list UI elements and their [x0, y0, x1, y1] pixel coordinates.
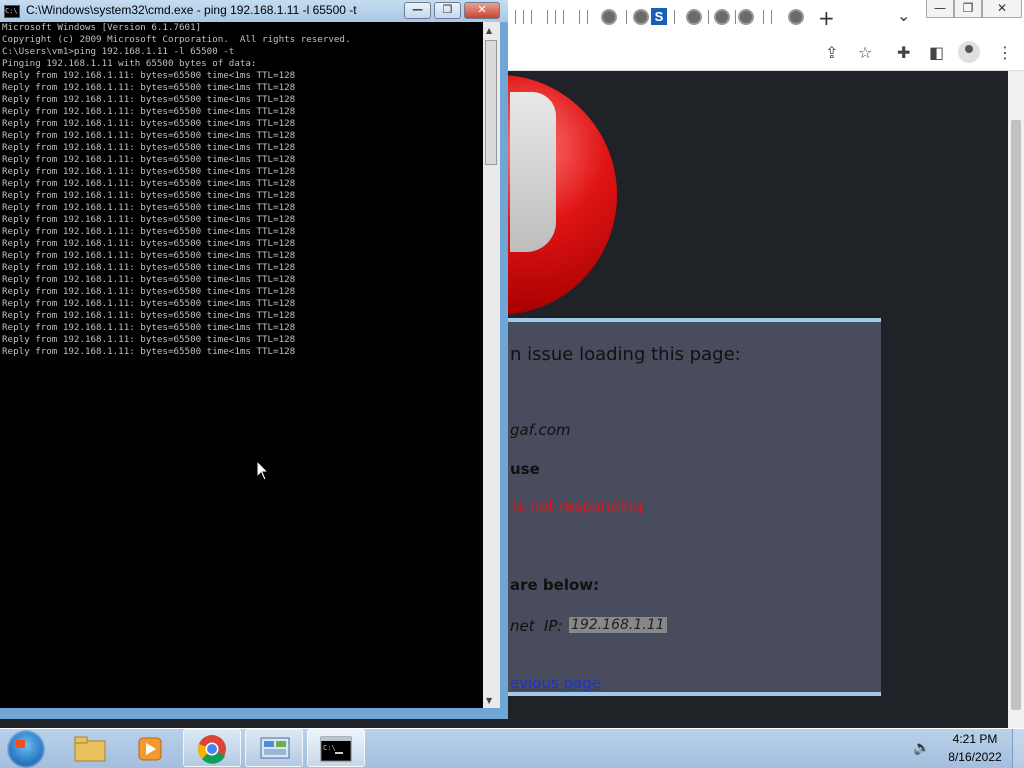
profile-icon[interactable]: [958, 41, 980, 63]
error-details-label: are below:: [510, 576, 600, 594]
error-cause-label: use: [510, 460, 540, 478]
previous-page-link[interactable]: evious page: [510, 674, 601, 692]
tab-favicon-icon[interactable]: [714, 9, 730, 25]
console-line: Reply from 192.168.1.11: bytes=65500 tim…: [2, 298, 296, 309]
volume-icon[interactable]: 🔈: [913, 740, 930, 756]
console-line: Reply from 192.168.1.11: bytes=65500 tim…: [2, 346, 296, 357]
console-line: Reply from 192.168.1.11: bytes=65500 tim…: [2, 214, 296, 225]
error-net-label: net: [510, 617, 535, 635]
console-line: Reply from 192.168.1.11: bytes=65500 tim…: [2, 94, 296, 105]
tab-favicon-icon[interactable]: [686, 9, 702, 25]
console-output[interactable]: Microsoft Windows [Version 6.1.7601] Copy…: [0, 22, 483, 708]
tab-favicon-icon[interactable]: [601, 9, 617, 25]
cmd-icon: C:\: [320, 736, 352, 762]
share-icon[interactable]: ⇪: [825, 43, 838, 62]
tab-separator: [523, 10, 524, 24]
tab-separator: [531, 10, 532, 24]
console-line: Reply from 192.168.1.11: bytes=65500 tim…: [2, 154, 296, 165]
scroll-up-icon[interactable]: ▲: [486, 26, 492, 35]
tab-s-favicon-icon[interactable]: S: [651, 8, 667, 25]
mouse-cursor-icon: [256, 460, 270, 481]
tab-favicon-icon[interactable]: [738, 9, 754, 25]
console-line: Reply from 192.168.1.11: bytes=65500 tim…: [2, 322, 296, 333]
cmd-window-icon[interactable]: C:\: [4, 5, 20, 18]
error-message: is not responding: [513, 497, 643, 515]
browser-minimize-button[interactable]: —: [926, 0, 954, 18]
media-player-icon: [138, 737, 162, 761]
new-tab-button[interactable]: +: [818, 6, 835, 30]
console-line: Reply from 192.168.1.11: bytes=65500 tim…: [2, 70, 296, 81]
browser-close-button[interactable]: ✕: [982, 0, 1022, 18]
console-line: Copyright (c) 2009 Microsoft Corporation…: [2, 34, 351, 45]
cmd-minimize-button[interactable]: —: [404, 2, 431, 19]
tab-separator: [771, 10, 772, 24]
console-line: Reply from 192.168.1.11: bytes=65500 tim…: [2, 142, 296, 153]
menu-icon[interactable]: ⋮: [997, 43, 1013, 62]
console-line: Pinging 192.168.1.11 with 65500 bytes of…: [2, 58, 257, 69]
console-line: Microsoft Windows [Version 6.1.7601]: [2, 22, 202, 33]
error-ip-value: 192.168.1.11: [569, 617, 667, 633]
extensions-icon[interactable]: ✚: [897, 43, 910, 62]
console-line: Reply from 192.168.1.11: bytes=65500 tim…: [2, 334, 296, 345]
scroll-down-icon[interactable]: ▼: [486, 696, 492, 705]
tab-separator: [563, 10, 564, 24]
console-line: Reply from 192.168.1.11: bytes=65500 tim…: [2, 238, 296, 249]
clock-time[interactable]: 4:21 PM: [950, 732, 1000, 746]
console-line: Reply from 192.168.1.11: bytes=65500 tim…: [2, 262, 296, 273]
show-desktop-button[interactable]: [1012, 729, 1024, 768]
tab-favicon-icon[interactable]: [633, 9, 649, 25]
console-line: Reply from 192.168.1.11: bytes=65500 tim…: [2, 118, 296, 129]
tab-separator: [674, 10, 675, 24]
error-ip-label: IP:: [544, 617, 563, 635]
svg-text:C:\: C:\: [323, 744, 336, 752]
tab-separator: [735, 10, 736, 24]
cmd-window: C:\ C:\Windows\system32\cmd.exe - ping 1…: [0, 0, 508, 719]
windows-logo-icon: [16, 740, 25, 748]
console-line: Reply from 192.168.1.11: bytes=65500 tim…: [2, 106, 296, 117]
start-button[interactable]: [7, 730, 45, 768]
console-line: Reply from 192.168.1.11: bytes=65500 tim…: [2, 286, 296, 297]
page-scrollbar-thumb[interactable]: [1011, 120, 1021, 710]
cmd-close-button[interactable]: ✕: [464, 2, 500, 19]
taskbar-chrome-button[interactable]: [183, 729, 241, 767]
console-line: Reply from 192.168.1.11: bytes=65500 tim…: [2, 178, 296, 189]
console-line: Reply from 192.168.1.11: bytes=65500 tim…: [2, 190, 296, 201]
error-heading: n issue loading this page:: [510, 344, 741, 365]
taskbar-explorer-button[interactable]: [62, 729, 120, 767]
console-line: Reply from 192.168.1.11: bytes=65500 tim…: [2, 166, 296, 177]
tab-separator: [587, 10, 588, 24]
console-line: C:\Users\vm1>ping 192.168.1.11 -l 65500 …: [2, 46, 235, 57]
clock-date[interactable]: 8/16/2022: [942, 750, 1008, 764]
tab-search-button[interactable]: ⌄: [897, 6, 910, 25]
console-line: Reply from 192.168.1.11: bytes=65500 tim…: [2, 130, 296, 141]
chrome-icon: [197, 735, 226, 764]
console-line: Reply from 192.168.1.11: bytes=65500 tim…: [2, 274, 296, 285]
tab-separator: [763, 10, 764, 24]
error-domain: gaf.com: [510, 421, 571, 439]
console-line: Reply from 192.168.1.11: bytes=65500 tim…: [2, 310, 296, 321]
console-line: Reply from 192.168.1.11: bytes=65500 tim…: [2, 226, 296, 237]
tab-separator: [579, 10, 580, 24]
side-panel-icon[interactable]: ◧: [929, 43, 944, 62]
tab-separator: [708, 10, 709, 24]
tab-separator: [547, 10, 548, 24]
taskbar-media-player-button[interactable]: [122, 729, 180, 767]
taskbar-control-panel-button[interactable]: [245, 729, 303, 767]
console-line: Reply from 192.168.1.11: bytes=65500 tim…: [2, 250, 296, 261]
tab-separator: [515, 10, 516, 24]
cmd-title: C:\Windows\system32\cmd.exe - ping 192.1…: [26, 3, 357, 17]
tab-separator: [555, 10, 556, 24]
console-line: Reply from 192.168.1.11: bytes=65500 tim…: [2, 202, 296, 213]
cmd-restore-button[interactable]: ❐: [434, 2, 461, 19]
star-icon[interactable]: ☆: [858, 43, 872, 62]
tab-separator: [626, 10, 627, 24]
console-line: Reply from 192.168.1.11: bytes=65500 tim…: [2, 82, 296, 93]
tab-favicon-icon[interactable]: [788, 9, 804, 25]
control-panel-icon: [260, 737, 290, 759]
browser-restore-button[interactable]: ❐: [954, 0, 982, 18]
taskbar-cmd-button[interactable]: C:\: [307, 729, 365, 767]
console-scrollbar-thumb[interactable]: [485, 40, 497, 165]
stop-hand-image: [510, 92, 556, 252]
explorer-icon: [74, 736, 106, 762]
